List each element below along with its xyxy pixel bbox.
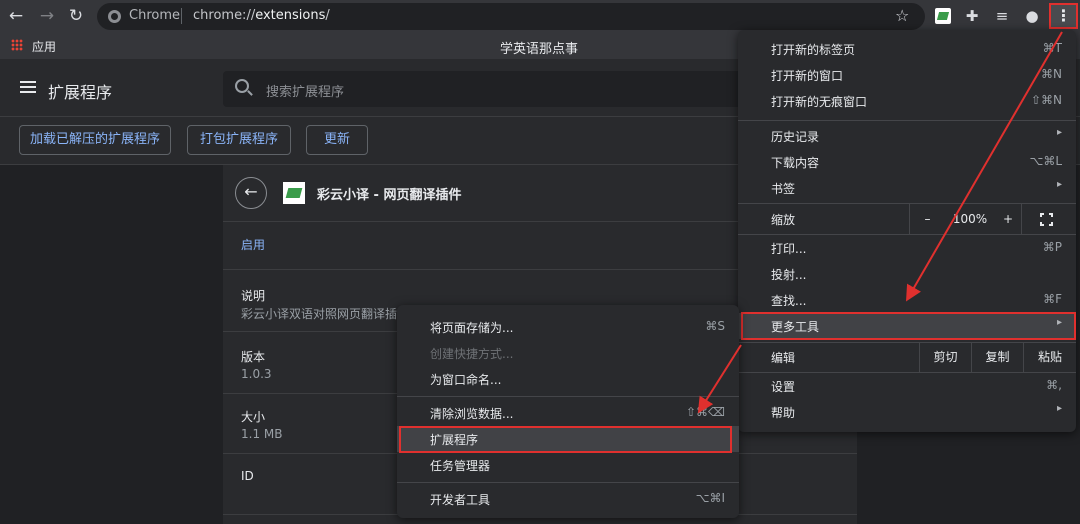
annotation-arrow [697,344,742,414]
annotation-arrow [905,31,1063,302]
annotation-arrows [697,31,1063,414]
